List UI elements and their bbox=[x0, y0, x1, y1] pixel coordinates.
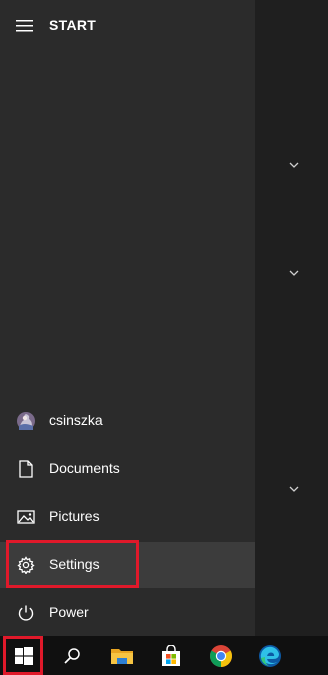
pictures-item[interactable]: Pictures bbox=[0, 494, 255, 540]
edge-button[interactable] bbox=[246, 636, 294, 675]
windows-logo-icon bbox=[15, 646, 33, 665]
user-avatar-icon bbox=[16, 411, 36, 431]
user-name-label: csinszka bbox=[49, 412, 103, 428]
start-title: START bbox=[49, 17, 97, 33]
chevron-down-icon[interactable] bbox=[286, 481, 302, 497]
chevron-down-icon[interactable] bbox=[286, 265, 302, 281]
start-button[interactable] bbox=[0, 636, 48, 675]
settings-item[interactable]: Settings bbox=[0, 542, 255, 588]
chevron-down-icon[interactable] bbox=[286, 157, 302, 173]
document-icon bbox=[16, 459, 36, 479]
folder-icon bbox=[111, 648, 133, 664]
taskbar bbox=[0, 636, 328, 675]
power-label: Power bbox=[49, 604, 89, 620]
gear-icon bbox=[16, 555, 36, 575]
pictures-label: Pictures bbox=[49, 508, 100, 524]
settings-label: Settings bbox=[49, 556, 100, 572]
documents-item[interactable]: Documents bbox=[0, 446, 255, 492]
user-account-item[interactable]: csinszka bbox=[0, 398, 255, 444]
pictures-icon bbox=[16, 507, 36, 527]
power-item[interactable]: Power bbox=[0, 590, 255, 636]
search-button[interactable] bbox=[48, 636, 96, 675]
hamburger-menu-icon[interactable] bbox=[16, 18, 34, 34]
file-explorer-button[interactable] bbox=[98, 636, 146, 675]
power-icon bbox=[16, 603, 36, 623]
start-menu-pane: START csinszka Documents Pictures Settin… bbox=[0, 0, 255, 636]
chrome-icon bbox=[210, 644, 232, 667]
tile-group-strip bbox=[255, 0, 328, 636]
chrome-button[interactable] bbox=[197, 636, 245, 675]
microsoft-store-button[interactable] bbox=[147, 636, 195, 675]
edge-icon bbox=[259, 644, 281, 667]
documents-label: Documents bbox=[49, 460, 120, 476]
search-icon bbox=[64, 647, 80, 664]
store-bag-icon bbox=[162, 644, 180, 666]
